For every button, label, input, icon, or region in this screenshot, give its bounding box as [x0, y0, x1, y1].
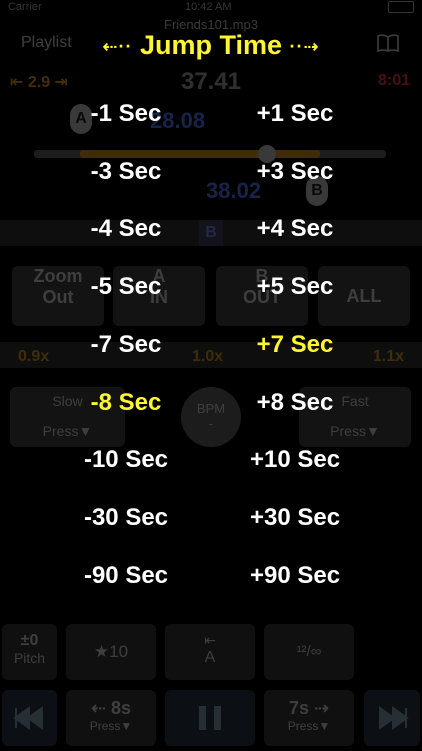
jump-forward-option-5-sec[interactable]: +5 Sec [205, 273, 385, 301]
jump-back-option-3-sec[interactable]: -3 Sec [36, 158, 216, 186]
jump-forward-option-1-sec[interactable]: +1 Sec [205, 100, 385, 128]
jump-back-option-4-sec[interactable]: -4 Sec [36, 215, 216, 243]
jump-back-option-1-sec[interactable]: -1 Sec [36, 100, 216, 128]
dialog-title: ⇠·· Jump Time ··⇢ [0, 30, 422, 61]
title-right-arrow-icon: ··⇢ [289, 36, 320, 57]
jump-back-option-30-sec[interactable]: -30 Sec [36, 504, 216, 532]
jump-back-option-5-sec[interactable]: -5 Sec [36, 273, 216, 301]
jump-back-option-90-sec[interactable]: -90 Sec [36, 562, 216, 590]
jump-forward-option-4-sec[interactable]: +4 Sec [205, 215, 385, 243]
dialog-title-text: Jump Time [139, 30, 283, 60]
jump-forward-option-3-sec[interactable]: +3 Sec [205, 158, 385, 186]
jump-back-option-8-sec[interactable]: -8 Sec [36, 389, 216, 417]
jump-forward-option-7-sec[interactable]: +7 Sec [205, 331, 385, 359]
jump-back-option-10-sec[interactable]: -10 Sec [36, 446, 216, 474]
jump-forward-option-30-sec[interactable]: +30 Sec [205, 504, 385, 532]
jump-back-option-7-sec[interactable]: -7 Sec [36, 331, 216, 359]
jump-forward-option-10-sec[interactable]: +10 Sec [205, 446, 385, 474]
jump-time-dialog: ⇠·· Jump Time ··⇢ -1 Sec -3 Sec -4 Sec -5 S… [0, 0, 422, 750]
jump-forward-option-8-sec[interactable]: +8 Sec [205, 389, 385, 417]
title-left-arrow-icon: ⇠·· [102, 36, 133, 57]
jump-forward-option-90-sec[interactable]: +90 Sec [205, 562, 385, 590]
